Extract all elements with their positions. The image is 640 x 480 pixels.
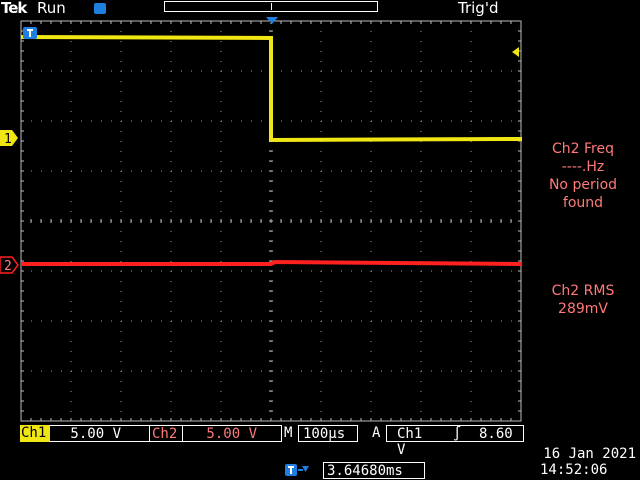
rms-value: 289mV bbox=[558, 301, 608, 317]
time-display: 14:52:06 bbox=[540, 462, 608, 478]
trigger-status: Trig'd bbox=[458, 0, 499, 17]
freq-note-2: found bbox=[562, 195, 604, 211]
waveform-display[interactable] bbox=[20, 20, 522, 422]
trigger-settings[interactable]: Ch1 ∫ 8.60 V bbox=[386, 425, 524, 458]
svg-text:1: 1 bbox=[4, 132, 12, 147]
trigger-level-marker-icon bbox=[512, 47, 519, 57]
trigger-source: Ch1 bbox=[397, 426, 423, 442]
ch2-label[interactable]: Ch2 bbox=[150, 425, 182, 442]
record-view-indicator bbox=[271, 3, 272, 10]
svg-text:2: 2 bbox=[4, 259, 12, 274]
freq-note-1: No period bbox=[548, 177, 618, 193]
trigger-position-icon bbox=[94, 3, 106, 14]
trigger-time-marker-icon bbox=[266, 17, 278, 24]
ch2-scale: 5.00 V bbox=[182, 425, 282, 442]
rising-slope-icon: ∫ bbox=[453, 426, 462, 442]
rms-title: Ch2 RMS bbox=[551, 283, 615, 299]
ch2-waveform bbox=[21, 259, 522, 266]
acquisition-state: Run bbox=[37, 0, 66, 17]
ch1-marker[interactable]: 1 bbox=[0, 128, 20, 148]
horizontal-position-value[interactable]: 3.64680ms bbox=[323, 462, 425, 479]
date-display: 16 Jan 2021 bbox=[543, 446, 636, 462]
ch1-ground-marker-icon bbox=[23, 27, 37, 39]
trigger-mode-label: A bbox=[372, 425, 381, 441]
horizontal-position-icon bbox=[285, 464, 309, 476]
freq-value: ----.Hz bbox=[561, 159, 605, 175]
ch2-rms-readout: Ch2 RMS 289mV bbox=[526, 282, 640, 318]
record-view-bar bbox=[164, 1, 378, 12]
main-timebase-label: M bbox=[284, 425, 293, 441]
ch1-scale: 5.00 V bbox=[50, 425, 150, 442]
ch1-waveform bbox=[20, 35, 522, 143]
ch1-label[interactable]: Ch1 bbox=[20, 425, 50, 442]
timebase-setting[interactable]: 100µs bbox=[298, 425, 358, 442]
brand-logo: Tek bbox=[1, 0, 27, 17]
ch2-frequency-readout: Ch2 Freq ----.Hz No period found bbox=[526, 140, 640, 212]
ch2-marker[interactable]: 2 bbox=[0, 255, 20, 275]
freq-title: Ch2 Freq bbox=[552, 141, 614, 157]
